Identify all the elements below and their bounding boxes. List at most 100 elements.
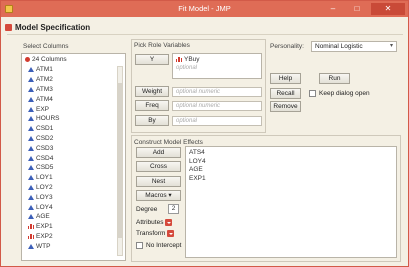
- run-button[interactable]: Run: [319, 73, 350, 84]
- column-count-label: 24 Columns: [32, 56, 67, 63]
- personality-select[interactable]: Nominal Logistic ▾: [311, 41, 397, 52]
- column-item[interactable]: AGE: [28, 212, 108, 222]
- freq-field[interactable]: optional numeric: [172, 101, 262, 111]
- column-item-label: AGE: [36, 213, 50, 221]
- attributes-dropdown-icon[interactable]: [165, 219, 173, 226]
- column-item-label: HOURS: [36, 115, 60, 123]
- column-item-label: ATM3: [36, 85, 53, 93]
- column-item[interactable]: ATM1: [28, 65, 108, 75]
- column-item-label: CSD2: [36, 134, 54, 142]
- y-optional-hint: optional: [176, 65, 198, 71]
- freq-role-button[interactable]: Freq: [135, 100, 169, 111]
- y-role-list[interactable]: YBuy optional: [172, 53, 262, 79]
- transform-label: Transform: [136, 230, 166, 238]
- scrollbar-thumb[interactable]: [118, 83, 122, 238]
- continuous-column-icon: [28, 126, 34, 132]
- help-button[interactable]: Help: [270, 73, 301, 84]
- column-item-label: LOY4: [36, 203, 53, 211]
- column-item[interactable]: LOY3: [28, 192, 108, 202]
- continuous-column-icon: [28, 243, 34, 249]
- model-specification-header[interactable]: Model Specification: [5, 22, 90, 32]
- remove-button[interactable]: Remove: [270, 101, 301, 112]
- continuous-column-icon: [28, 86, 34, 92]
- column-item[interactable]: LOY1: [28, 173, 108, 183]
- effect-item[interactable]: ATS4: [189, 149, 393, 158]
- macros-button[interactable]: Macros ▾: [136, 190, 181, 201]
- column-item-label: LOY2: [36, 183, 53, 191]
- recall-button[interactable]: Recall: [270, 88, 301, 99]
- section-title: Model Specification: [15, 22, 91, 32]
- effect-item[interactable]: EXP1: [189, 175, 393, 184]
- effect-item[interactable]: AGE: [189, 166, 393, 175]
- attributes-menu[interactable]: Attributes: [136, 219, 173, 227]
- column-item[interactable]: CSD1: [28, 124, 108, 134]
- continuous-column-icon: [28, 214, 34, 220]
- column-item[interactable]: ATM2: [28, 75, 108, 85]
- column-item[interactable]: WTP: [28, 241, 108, 251]
- cross-button[interactable]: Cross: [136, 161, 181, 172]
- by-role-button[interactable]: By: [135, 115, 169, 126]
- y-role-button[interactable]: Y: [135, 54, 169, 65]
- close-button[interactable]: ✕: [371, 3, 405, 15]
- column-item[interactable]: CSD2: [28, 134, 108, 144]
- continuous-column-icon: [28, 155, 34, 161]
- model-effects-list[interactable]: ATS4 LOY4 AGE EXP1: [185, 146, 397, 258]
- column-item-label: ATM2: [36, 76, 53, 84]
- column-item-label: ATM1: [36, 66, 53, 74]
- column-item[interactable]: CSD4: [28, 153, 108, 163]
- select-columns-label: Select Columns: [23, 43, 69, 50]
- maximize-button[interactable]: □: [349, 3, 365, 15]
- no-intercept-label: No Intercept: [146, 242, 182, 249]
- nest-button[interactable]: Nest: [136, 176, 181, 187]
- column-list-scrollbar[interactable]: [117, 66, 123, 256]
- degree-input[interactable]: 2: [168, 204, 179, 214]
- add-effect-button[interactable]: Add: [136, 147, 181, 158]
- by-field[interactable]: optional: [172, 116, 262, 126]
- red-triangle-menu-icon[interactable]: [25, 57, 30, 62]
- column-item-label: ATM4: [36, 95, 53, 103]
- window-title: Fit Model - JMP: [178, 4, 231, 13]
- column-item[interactable]: ATM3: [28, 85, 108, 95]
- continuous-column-icon: [28, 116, 34, 122]
- column-item[interactable]: CSD5: [28, 163, 108, 173]
- column-item-label: EXP: [36, 105, 50, 113]
- disclosure-icon[interactable]: [5, 23, 12, 31]
- weight-field[interactable]: optional numeric: [172, 87, 262, 97]
- column-item[interactable]: CSD3: [28, 143, 108, 153]
- transform-dropdown-icon[interactable]: [167, 230, 175, 237]
- column-item[interactable]: EXP1: [28, 222, 108, 232]
- column-item[interactable]: HOURS: [28, 114, 108, 124]
- transform-menu[interactable]: Transform: [136, 230, 175, 238]
- column-item[interactable]: EXP2: [28, 232, 108, 242]
- continuous-column-icon: [28, 67, 34, 73]
- personality-label: Personality:: [270, 43, 304, 50]
- column-item-label: EXP2: [36, 232, 53, 240]
- column-items: ATM1 ATM2 ATM3 ATM4 EXP HOURS CSD1 CSD2 CSD3 CSD4…: [28, 65, 108, 251]
- column-item-label: WTP: [36, 242, 51, 250]
- column-item-label: CSD5: [36, 164, 54, 172]
- column-item[interactable]: LOY4: [28, 202, 108, 212]
- attributes-label: Attributes: [136, 219, 164, 227]
- personality-value: Nominal Logistic: [315, 43, 363, 50]
- effect-item[interactable]: LOY4: [189, 158, 393, 167]
- keep-dialog-open-checkbox[interactable]: [309, 90, 316, 97]
- degree-label: Degree: [136, 206, 158, 213]
- chevron-down-icon: ▾: [389, 43, 393, 49]
- column-count[interactable]: 24 Columns: [25, 56, 67, 63]
- continuous-column-icon: [28, 145, 34, 151]
- minimize-button[interactable]: –: [325, 3, 341, 15]
- y-variable-name: YBuy: [184, 56, 200, 63]
- column-item[interactable]: EXP: [28, 104, 108, 114]
- column-item-label: CSD4: [36, 154, 54, 162]
- continuous-column-icon: [28, 96, 34, 102]
- column-list[interactable]: 24 Columns ATM1 ATM2 ATM3 ATM4 EXP HOURS CSD1 C…: [21, 53, 126, 261]
- column-item[interactable]: ATM4: [28, 94, 108, 104]
- divider: [7, 34, 403, 35]
- column-item[interactable]: LOY2: [28, 183, 108, 193]
- continuous-column-icon: [28, 184, 34, 190]
- continuous-column-icon: [28, 77, 34, 83]
- y-variable[interactable]: YBuy: [176, 56, 200, 63]
- weight-role-button[interactable]: Weight: [135, 86, 169, 97]
- no-intercept-checkbox[interactable]: [136, 242, 143, 249]
- continuous-column-icon: [28, 194, 34, 200]
